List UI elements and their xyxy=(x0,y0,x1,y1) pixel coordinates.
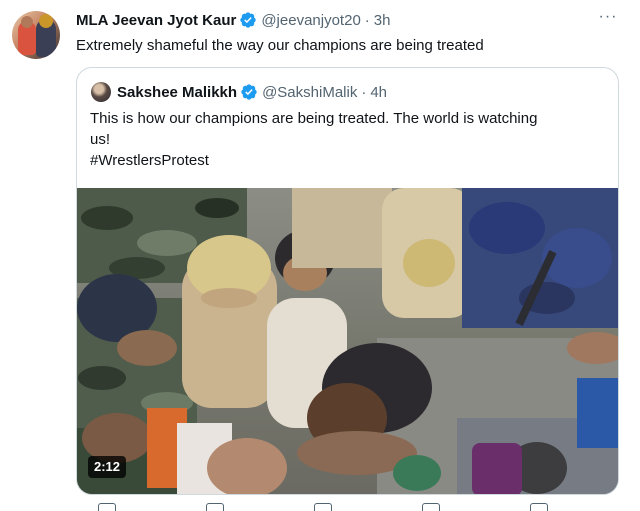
avatar[interactable] xyxy=(12,11,60,59)
video-duration-badge: 2:12 xyxy=(88,456,127,478)
views-icon[interactable] xyxy=(422,503,440,511)
quoted-text: This is how our champions are being trea… xyxy=(90,108,605,171)
quoted-author-handle[interactable]: @SakshiMalik xyxy=(262,84,357,101)
quoted-tweet[interactable]: Sakshee Malikkh @SakshiMalik · 4h This i… xyxy=(76,67,619,495)
tweet[interactable]: MLA Jeevan Jyot Kaur @jeevanjyot20 · 3h … xyxy=(0,0,640,511)
retweet-icon[interactable] xyxy=(206,503,224,511)
quoted-text-line1: This is how our champions are being trea… xyxy=(90,110,538,127)
video-thumbnail[interactable]: 2:12 xyxy=(77,188,618,494)
quoted-timestamp[interactable]: 4h xyxy=(370,84,387,101)
author-handle[interactable]: @jeevanjyot20 xyxy=(261,12,360,29)
quoted-header: Sakshee Malikkh @SakshiMalik · 4h xyxy=(117,81,387,103)
timestamp[interactable]: 3h xyxy=(374,12,391,29)
separator-dot: · xyxy=(361,83,367,101)
action-bar xyxy=(76,500,619,511)
reply-icon[interactable] xyxy=(98,503,116,511)
avatar-head-left xyxy=(21,16,33,28)
verified-badge-icon xyxy=(240,12,257,28)
author-name[interactable]: MLA Jeevan Jyot Kaur xyxy=(76,12,236,29)
video-frame xyxy=(77,188,618,494)
separator-dot: · xyxy=(364,11,370,29)
hashtag-link[interactable]: #WrestlersProtest xyxy=(90,152,209,169)
avatar-head-right xyxy=(39,14,53,28)
quoted-avatar[interactable] xyxy=(91,82,111,102)
tweet-text: Extremely shameful the way our champions… xyxy=(76,37,484,54)
quoted-author-name[interactable]: Sakshee Malikkh xyxy=(117,84,237,101)
tweet-header: MLA Jeevan Jyot Kaur @jeevanjyot20 · 3h xyxy=(76,10,390,30)
share-icon[interactable] xyxy=(530,503,548,511)
like-icon[interactable] xyxy=(314,503,332,511)
verified-badge-icon xyxy=(241,84,257,100)
quoted-text-line2: us! xyxy=(90,131,111,148)
more-icon[interactable]: ··· xyxy=(597,9,619,30)
